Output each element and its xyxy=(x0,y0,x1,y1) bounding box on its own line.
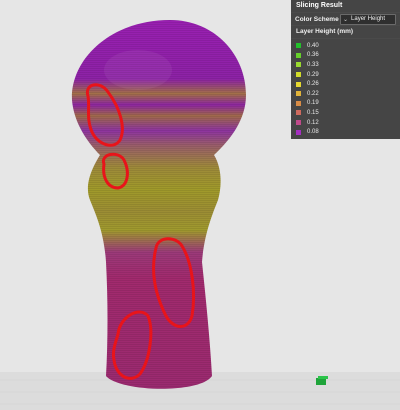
legend-value: 0.40 xyxy=(307,42,319,49)
legend-value: 0.33 xyxy=(307,61,319,68)
legend-value: 0.26 xyxy=(307,81,319,88)
color-scheme-value: Layer Height xyxy=(351,16,386,22)
legend-item: 0.36 xyxy=(296,51,400,61)
legend-value: 0.08 xyxy=(307,129,319,136)
legend-swatch xyxy=(296,110,301,116)
legend-item: 0.40 xyxy=(296,41,400,51)
legend-swatch xyxy=(296,72,301,78)
legend-swatch xyxy=(296,81,301,87)
slicing-result-panel: Slicing Result Color Scheme ⌄ Layer Heig… xyxy=(291,0,400,139)
legend-swatch xyxy=(296,120,301,126)
color-scheme-row: Color Scheme ⌄ Layer Height xyxy=(291,13,400,26)
legend-value: 0.22 xyxy=(307,90,319,97)
legend-item: 0.19 xyxy=(296,99,400,109)
legend-item: 0.15 xyxy=(296,108,400,118)
legend-item: 0.08 xyxy=(296,127,400,137)
color-scheme-dropdown[interactable]: ⌄ Layer Height xyxy=(340,13,396,25)
legend-value: 0.19 xyxy=(307,100,319,107)
legend-swatch xyxy=(296,100,301,106)
legend-value: 0.36 xyxy=(307,52,319,59)
legend-swatch xyxy=(296,62,301,68)
legend-value: 0.29 xyxy=(307,71,319,78)
legend-item: 0.26 xyxy=(296,79,400,89)
legend-item: 0.12 xyxy=(296,118,400,128)
legend-value: 0.15 xyxy=(307,109,319,116)
color-scheme-label: Color Scheme xyxy=(295,15,339,23)
legend-item: 0.33 xyxy=(296,60,400,70)
legend-swatch xyxy=(296,91,301,97)
legend-swatch xyxy=(296,129,301,135)
legend-item: 0.29 xyxy=(296,70,400,80)
legend-title: Layer Height (mm) xyxy=(291,26,400,39)
legend-value: 0.12 xyxy=(307,119,319,126)
panel-title: Slicing Result xyxy=(291,0,400,13)
legend-item: 0.22 xyxy=(296,89,400,99)
legend-swatch xyxy=(296,52,301,58)
legend-swatch xyxy=(296,43,301,49)
layer-height-legend: 0.40 0.36 0.33 0.29 0.26 0.22 0.19 0.15 0.12 0.08 xyxy=(291,39,400,137)
chevron-down-icon: ⌄ xyxy=(343,16,349,23)
